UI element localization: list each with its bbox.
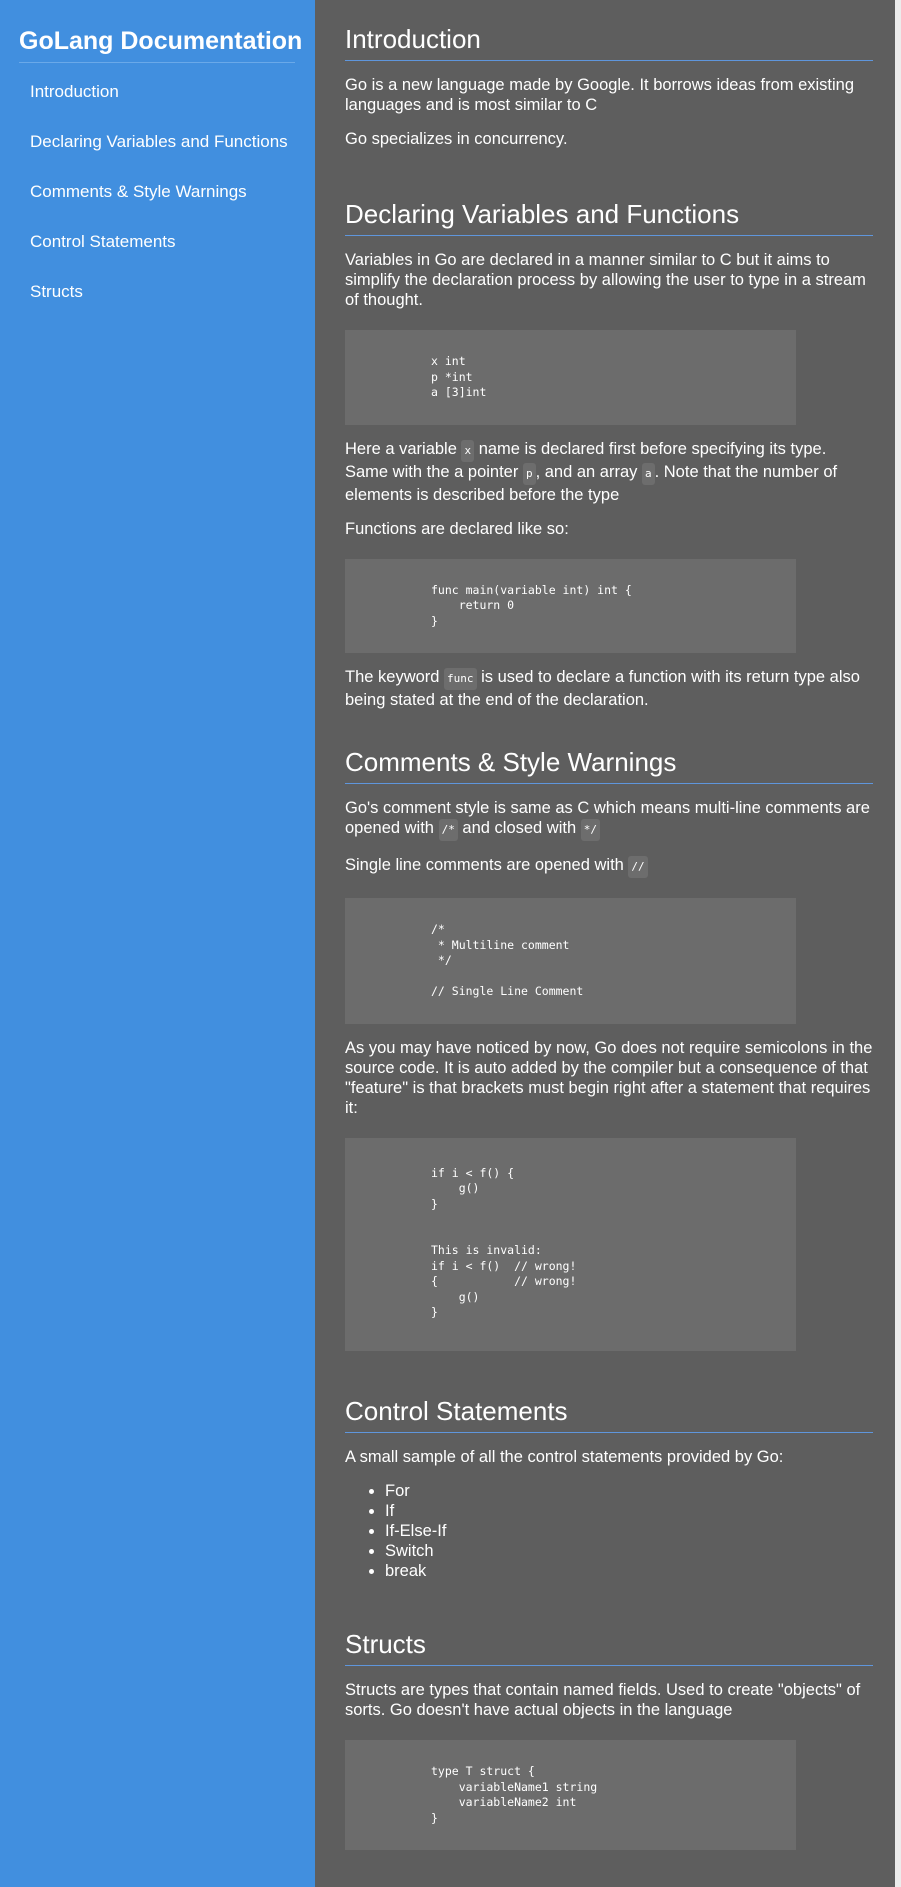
nav-title: GoLang Documentation [19, 22, 302, 63]
paragraph: Here a variable x name is declared first… [345, 439, 873, 505]
section-heading: Control Statements [345, 1394, 873, 1433]
list-item: break [385, 1561, 873, 1581]
section-heading: Introduction [345, 22, 873, 61]
list-item: Switch [385, 1541, 873, 1561]
section-control-statements: Control Statements A small sample of all… [345, 1394, 873, 1581]
navbar: GoLang Documentation Introduction Declar… [0, 0, 315, 1887]
code-block: func main(variable int) int { return 0 } [345, 558, 796, 653]
text: Here a variable [345, 439, 462, 458]
section-declaring-variables-and-functions: Declaring Variables and Functions Variab… [345, 197, 873, 710]
page: GoLang Documentation Introduction Declar… [0, 0, 901, 1887]
paragraph: Variables in Go are declared in a manner… [345, 251, 866, 309]
nav-item-introduction: Introduction [0, 67, 315, 117]
list-item: For [385, 1481, 873, 1501]
paragraph: A small sample of all the control statem… [345, 1448, 784, 1466]
list-item: If [385, 1501, 873, 1521]
nav-item-comments: Comments & Style Warnings [0, 167, 315, 217]
nav-item-declaring: Declaring Variables and Functions [0, 117, 315, 167]
text: , and an array [535, 462, 642, 481]
text: Go's comment style is same as C which me… [345, 799, 870, 837]
inline-code: /* [438, 819, 458, 841]
inline-code: p [522, 462, 536, 485]
section-introduction: Introduction Go is a new language made b… [345, 22, 873, 149]
list-item: If-Else-If [385, 1521, 873, 1541]
paragraph: As you may have noticed by now, Go does … [345, 1038, 873, 1117]
inline-code: x [461, 439, 475, 462]
code-block: x int p *int a [3]int [345, 330, 796, 425]
nav-link-introduction[interactable]: Introduction [0, 67, 315, 117]
text: The keyword [345, 668, 445, 686]
main-doc[interactable]: Introduction Go is a new language made b… [315, 0, 901, 1887]
paragraph: Go's comment style is same as C which me… [345, 798, 873, 841]
paragraph: Single line comments are opened with // [345, 855, 873, 878]
section-comments-style-warnings: Comments & Style Warnings Go's comment s… [345, 745, 873, 1351]
inline-code: func [444, 668, 477, 690]
code-block: /* * Multiline comment */ // Single Line… [345, 898, 796, 1024]
nav-link-comments-style-warnings[interactable]: Comments & Style Warnings [0, 167, 315, 217]
section-heading: Declaring Variables and Functions [345, 197, 873, 236]
nav-item-control: Control Statements [0, 217, 315, 267]
paragraph: Structs are types that contain named fie… [345, 1681, 861, 1719]
control-list: For If If-Else-If Switch break [345, 1481, 873, 1581]
section-heading: Comments & Style Warnings [345, 745, 873, 784]
code-block: if i < f() { g() } This is invalid: if i… [345, 1137, 796, 1351]
nav-link-control-statements[interactable]: Control Statements [0, 217, 315, 267]
text: and closed with [457, 819, 581, 837]
paragraph: Go is a new language made by Google. It … [345, 76, 855, 114]
scrollbar-track[interactable] [895, 0, 901, 1887]
nav-list: Introduction Declaring Variables and Fun… [0, 67, 315, 317]
paragraph: Functions are declared like so: [345, 519, 569, 538]
text: Single line comments are opened with [345, 856, 629, 874]
inline-code: // [628, 856, 648, 878]
section-heading: Structs [345, 1627, 873, 1666]
inline-code: */ [580, 819, 600, 841]
nav-link-structs[interactable]: Structs [0, 267, 315, 317]
code-block: type T struct { variableName1 string var… [345, 1740, 796, 1850]
inline-code: a [641, 462, 655, 485]
nav-link-declaring-variables-and-functions[interactable]: Declaring Variables and Functions [0, 117, 315, 167]
section-structs: Structs Structs are types that contain n… [345, 1627, 873, 1850]
paragraph: The keyword func is used to declare a fu… [345, 667, 873, 710]
paragraph: Go specializes in concurrency. [345, 130, 568, 148]
nav-item-structs: Structs [0, 267, 315, 317]
